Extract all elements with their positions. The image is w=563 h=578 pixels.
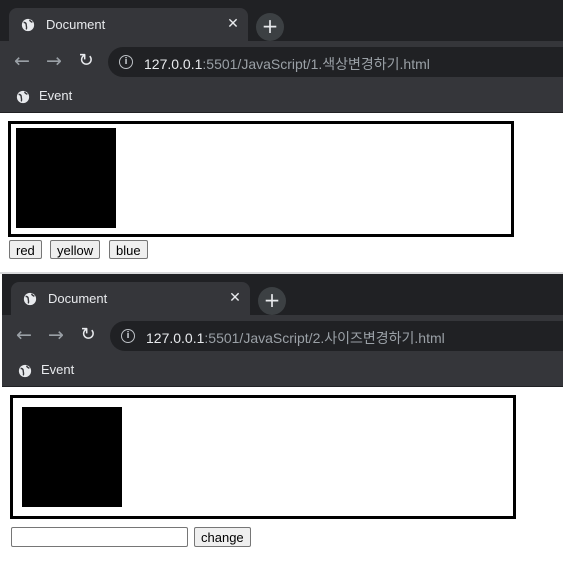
toolbar: ← → ↻ i 127.0.0.1:5501/JavaScript/1.색상변경… [0,41,563,82]
reload-icon[interactable]: ↻ [74,49,98,73]
bordered-container [10,395,516,519]
change-button[interactable]: change [194,527,251,547]
globe-icon [23,292,37,306]
tab-title: Document [48,291,108,306]
page-content: change [2,387,563,578]
url-host: 127.0.0.1 [144,56,203,72]
back-icon[interactable]: ← [12,323,36,347]
forward-icon[interactable]: → [42,49,66,73]
globe-icon [18,364,32,378]
globe-icon [21,18,35,32]
tab-close-icon[interactable]: ✕ [224,15,242,33]
toolbar: ← → ↻ i 127.0.0.1:5501/JavaScript/2.사이즈변… [2,315,563,356]
size-input[interactable] [11,527,188,547]
site-info-icon[interactable]: i [121,329,135,343]
tab-document[interactable]: Document ✕ [9,8,248,41]
tab-close-icon[interactable]: ✕ [226,289,244,307]
red-button[interactable]: red [9,240,42,259]
forward-icon[interactable]: → [44,323,68,347]
yellow-button[interactable]: yellow [50,240,101,259]
bookmark-label: Event [39,88,73,103]
blue-button[interactable]: blue [109,240,148,259]
new-tab-button[interactable]: + [256,13,284,41]
page-content: red yellow blue [0,113,563,272]
size-box [22,407,122,507]
address-bar[interactable]: i 127.0.0.1:5501/JavaScript/1.색상변경하기.htm… [108,47,563,77]
new-tab-button[interactable]: + [258,287,286,315]
color-box [16,128,116,228]
tab-document[interactable]: Document ✕ [11,282,250,315]
bookmarks-bar: Event [0,82,563,113]
tab-strip: Document ✕ + [2,274,563,315]
bookmarks-bar: Event [2,356,563,387]
bookmark-label: Event [41,362,75,377]
site-info-icon[interactable]: i [119,55,133,69]
url-text: 127.0.0.1:5501/JavaScript/1.색상변경하기.html [144,54,430,74]
back-icon[interactable]: ← [10,49,34,73]
globe-icon [16,90,30,104]
tab-title: Document [46,17,106,32]
url-path: :5501/JavaScript/2.사이즈변경하기.html [204,330,445,346]
url-path: :5501/JavaScript/1.색상변경하기.html [202,56,430,72]
tab-strip: Document ✕ + [0,0,563,41]
bordered-container [8,121,514,237]
url-text: 127.0.0.1:5501/JavaScript/2.사이즈변경하기.html [146,328,445,348]
url-host: 127.0.0.1 [146,330,205,346]
reload-icon[interactable]: ↻ [76,323,100,347]
browser-window-size-change: Document ✕ + ← → ↻ i 127.0.0.1:5501/Java… [2,274,563,578]
browser-window-color-change: Document ✕ + ← → ↻ i 127.0.0.1:5501/Java… [0,0,563,272]
address-bar[interactable]: i 127.0.0.1:5501/JavaScript/2.사이즈변경하기.ht… [110,321,563,351]
